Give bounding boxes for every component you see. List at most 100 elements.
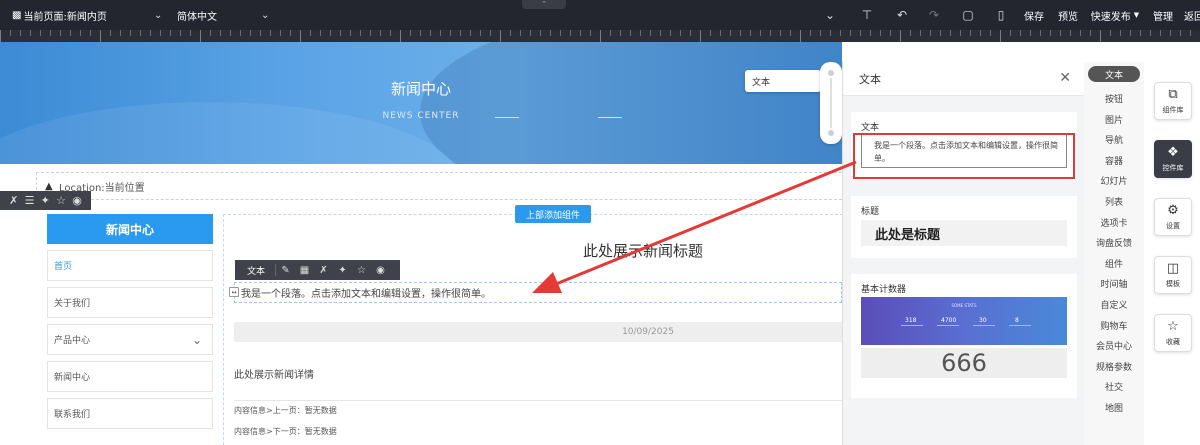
desktop-icon[interactable]: ▢ — [956, 0, 980, 30]
edit-icon[interactable]: ✎ — [276, 265, 295, 276]
category-item[interactable]: 规格参数 — [1084, 360, 1144, 373]
category-item[interactable]: 幻灯片 — [1084, 174, 1144, 187]
category-item[interactable]: 地图 — [1084, 401, 1144, 414]
banner-divider — [598, 117, 622, 118]
star-icon[interactable]: ☆ — [352, 265, 371, 276]
counter-value: 8 — [1015, 317, 1019, 324]
control-library-button[interactable]: ❖ 控件库 — [1154, 140, 1192, 178]
paragraph-text[interactable]: 我是一个段落。点击添加文本和编辑设置，操作很简单。 — [234, 282, 842, 303]
component-category-list: 文本按钮图片导航容器幻灯片列表选项卡询盘反馈组件时间轴自定义购物车会员中心规格参… — [1084, 62, 1144, 445]
heading-component-card[interactable]: 标题 此处是标题 — [851, 196, 1077, 258]
manage-button[interactable]: 管理 — [1150, 0, 1176, 30]
banner-title: 新闻中心 — [390, 80, 451, 98]
side-nav-item-news[interactable]: 新闻中心 — [47, 361, 213, 392]
star-icon[interactable]: ☆ — [56, 194, 66, 207]
add-top-component-button[interactable]: 上部添加组件 — [515, 205, 591, 223]
undo-icon[interactable]: ↶ — [890, 0, 914, 30]
chevron-down-icon[interactable]: ⌄ — [192, 333, 202, 347]
chevron-down-icon: ⌄ — [261, 9, 270, 21]
text-toolbar: 文本 ✎ ▦ ✗ ✦ ☆ ◉ — [235, 260, 400, 280]
category-item[interactable]: 组件 — [1084, 257, 1144, 270]
align-icon[interactable]: ⊤ — [855, 0, 879, 30]
category-item[interactable]: 选项卡 — [1084, 216, 1144, 229]
counter-preview[interactable]: SOME STATS 318 4700 30 8 — [861, 297, 1067, 345]
card-title: 文本 — [861, 123, 880, 133]
save-button[interactable]: 保存 — [1020, 0, 1048, 30]
language-select[interactable]: 简体中文 ⌄ — [177, 0, 277, 30]
panel-title: 文本 — [859, 72, 881, 86]
category-item[interactable]: 询盘反馈 — [1084, 236, 1144, 249]
settings-button[interactable]: ⚙ 设置 — [1154, 198, 1192, 236]
quick-publish-button[interactable]: 快速发布 ▼ — [1088, 0, 1142, 30]
category-item[interactable]: 导航 — [1084, 133, 1144, 146]
resize-handle-icon[interactable]: ↔ — [229, 287, 239, 297]
floating-component-label[interactable]: 文本 — [745, 70, 821, 92]
news-detail: 此处展示新闻详情 — [234, 370, 314, 381]
news-title[interactable]: 此处展示新闻标题 — [583, 240, 703, 261]
mobile-icon[interactable]: ▯ — [989, 0, 1013, 30]
category-item[interactable]: 自定义 — [1084, 298, 1144, 311]
side-navigation: 新闻中心 首页 关于我们 产品中心 ⌄ 新闻中心 联系我们 — [47, 214, 213, 429]
magic-icon[interactable]: ✦ — [41, 194, 50, 207]
category-item[interactable]: 社交 — [1084, 380, 1144, 393]
card-title: 标题 — [861, 207, 880, 217]
preview-button[interactable]: 预览 — [1054, 0, 1082, 30]
tool-label: 收藏 — [1166, 337, 1180, 346]
highlight-box — [853, 133, 1075, 179]
side-nav-item-home[interactable]: 首页 — [47, 250, 213, 281]
slider-dot[interactable] — [828, 130, 834, 136]
category-item[interactable]: 文本 — [1088, 66, 1140, 82]
prev-link[interactable]: 内容信息>上一页：暂无数据 — [234, 405, 337, 416]
unlink-icon[interactable]: ✗ — [9, 194, 18, 207]
counter-stats-title: SOME STATS — [951, 303, 977, 308]
category-item[interactable]: 时间轴 — [1084, 277, 1144, 290]
side-nav-item-products[interactable]: 产品中心 ⌄ — [47, 324, 213, 355]
layers-icon[interactable]: ☰ — [25, 194, 35, 207]
counter-big-value[interactable]: 666 — [861, 348, 1067, 378]
tool-label: 设置 — [1166, 221, 1180, 230]
unlink-icon[interactable]: ✗ — [314, 265, 333, 276]
category-item[interactable]: 会员中心 — [1084, 339, 1144, 352]
layout-icon: ◫ — [1166, 260, 1180, 276]
component-library-button[interactable]: ⧉ 组件库 — [1154, 82, 1192, 120]
category-item[interactable]: 列表 — [1084, 195, 1144, 208]
category-item[interactable]: 图片 — [1084, 113, 1144, 126]
collapse-icon[interactable]: ⌄ — [818, 0, 842, 30]
side-nav-item-label: 产品中心 — [54, 336, 91, 346]
back-button[interactable]: 返回 — [1184, 0, 1200, 30]
category-item[interactable]: 购物车 — [1084, 319, 1144, 332]
divider — [234, 400, 842, 401]
chevron-down-icon: ⌄ — [154, 9, 163, 21]
category-item[interactable]: 容器 — [1084, 154, 1144, 167]
breadcrumb: ▲ Location:当前位置 — [36, 172, 842, 200]
right-toolbar: ⧉ 组件库 ❖ 控件库 ⚙ 设置 ◫ 模板 ☆ 收藏 — [1144, 62, 1200, 445]
magic-icon[interactable]: ✦ — [333, 265, 352, 276]
template-button[interactable]: ◫ 模板 — [1154, 256, 1192, 294]
gear-icon: ⚙ — [1167, 202, 1179, 218]
side-nav-item-about[interactable]: 关于我们 — [47, 287, 213, 318]
settings-icon[interactable]: ▦ — [295, 265, 314, 276]
tool-label: 控件库 — [1162, 163, 1184, 172]
news-date: 10/09/2025 — [234, 322, 842, 342]
heading-sample[interactable]: 此处是标题 — [861, 220, 1067, 246]
eye-icon[interactable]: ◉ — [371, 265, 390, 276]
language-select-label: 简体中文 — [177, 11, 217, 23]
slider-dot[interactable] — [828, 70, 834, 76]
top-toolbar: ▩ 当前页面:新闻内页 ⌄ 简体中文 ⌄ ⌃ ⌄ ⊤ ↶ ↷ ▢ ▯ 保存 预览… — [0, 0, 1200, 30]
counter-component-card[interactable]: 基本计数器 SOME STATS 318 4700 30 8 666 — [851, 274, 1077, 398]
slider-track — [830, 78, 832, 128]
text-toolbar-label: 文本 — [235, 264, 277, 277]
redo-icon[interactable]: ↷ — [922, 0, 946, 30]
favorites-button[interactable]: ☆ 收藏 — [1154, 314, 1192, 352]
category-item[interactable]: 按钮 — [1084, 92, 1144, 105]
page-select[interactable]: ▩ 当前页面:新闻内页 ⌄ — [12, 0, 172, 30]
zoom-slider[interactable] — [820, 62, 842, 144]
side-nav-item-contact[interactable]: 联系我们 — [47, 398, 213, 429]
caret-down-icon: ▼ — [1133, 11, 1140, 19]
page-banner — [0, 42, 842, 164]
eye-icon[interactable]: ◉ — [72, 194, 82, 207]
copy-icon: ⧉ — [1168, 86, 1178, 102]
collapse-toolbar-button[interactable]: ⌃ — [522, 0, 566, 9]
next-link[interactable]: 内容信息>下一页：暂无数据 — [234, 426, 337, 437]
close-icon[interactable]: ✕ — [1059, 70, 1071, 86]
